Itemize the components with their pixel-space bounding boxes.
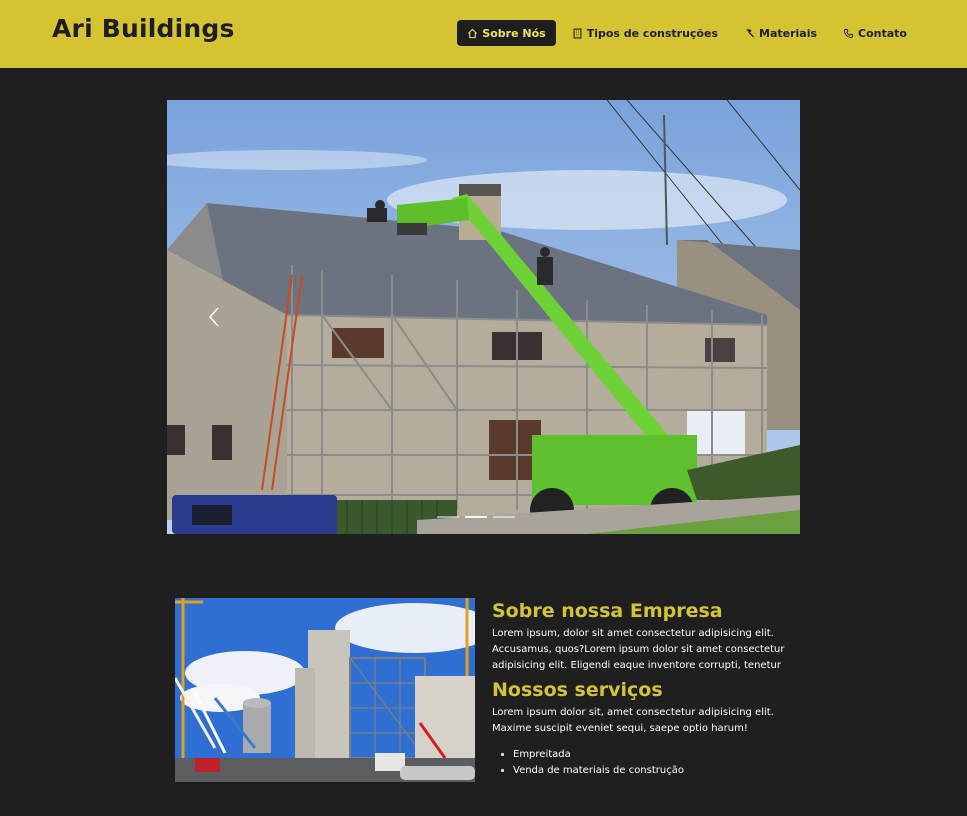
nav-label: Materiais [759, 26, 818, 40]
chevron-left-icon [209, 307, 219, 327]
navbar: Ari Buildings Sobre Nós Tipos de constru… [0, 0, 967, 68]
carousel-prev-button[interactable] [197, 297, 231, 337]
hero-image-house-roof-construction [167, 100, 800, 534]
nav-item-materiais[interactable]: Materiais [734, 20, 827, 46]
nav-item-tipos-de-construcoes[interactable]: Tipos de construções [562, 20, 728, 46]
nav-label: Tipos de construções [586, 26, 718, 40]
house-icon [467, 28, 478, 39]
list-item: Venda de materiais de construção [513, 763, 792, 779]
carousel-indicators [437, 516, 515, 518]
about-paragraph: Lorem ipsum, dolor sit amet consectetur … [492, 628, 785, 671]
hero-carousel [167, 100, 800, 534]
hammer-icon [744, 28, 755, 39]
list-item: Empreitada [513, 747, 792, 763]
nav-item-sobre-nos[interactable]: Sobre Nós [457, 20, 556, 46]
services-heading: Nossos serviços [492, 679, 663, 701]
building-icon [572, 28, 583, 39]
about-section: Sobre nossa Empresa Lorem ipsum, dolor s… [492, 598, 792, 779]
services-list: Empreitada Venda de materiais de constru… [492, 747, 792, 779]
nav-label: Sobre Nós [482, 26, 546, 40]
phone-icon [843, 28, 854, 39]
carousel-indicator[interactable] [437, 516, 459, 518]
carousel-indicator[interactable] [465, 516, 487, 518]
main-nav: Sobre Nós Tipos de construções Materiais… [457, 20, 917, 46]
carousel-indicator[interactable] [493, 516, 515, 518]
nav-item-contato[interactable]: Contato [833, 20, 917, 46]
about-heading: Sobre nossa Empresa [492, 600, 723, 622]
nav-label: Contato [858, 26, 907, 40]
brand-logo[interactable]: Ari Buildings [52, 14, 235, 43]
services-paragraph: Lorem ipsum dolor sit, amet consectetur … [492, 707, 774, 734]
about-image-industrial-construction [175, 598, 475, 782]
carousel-next-button[interactable] [756, 297, 790, 337]
